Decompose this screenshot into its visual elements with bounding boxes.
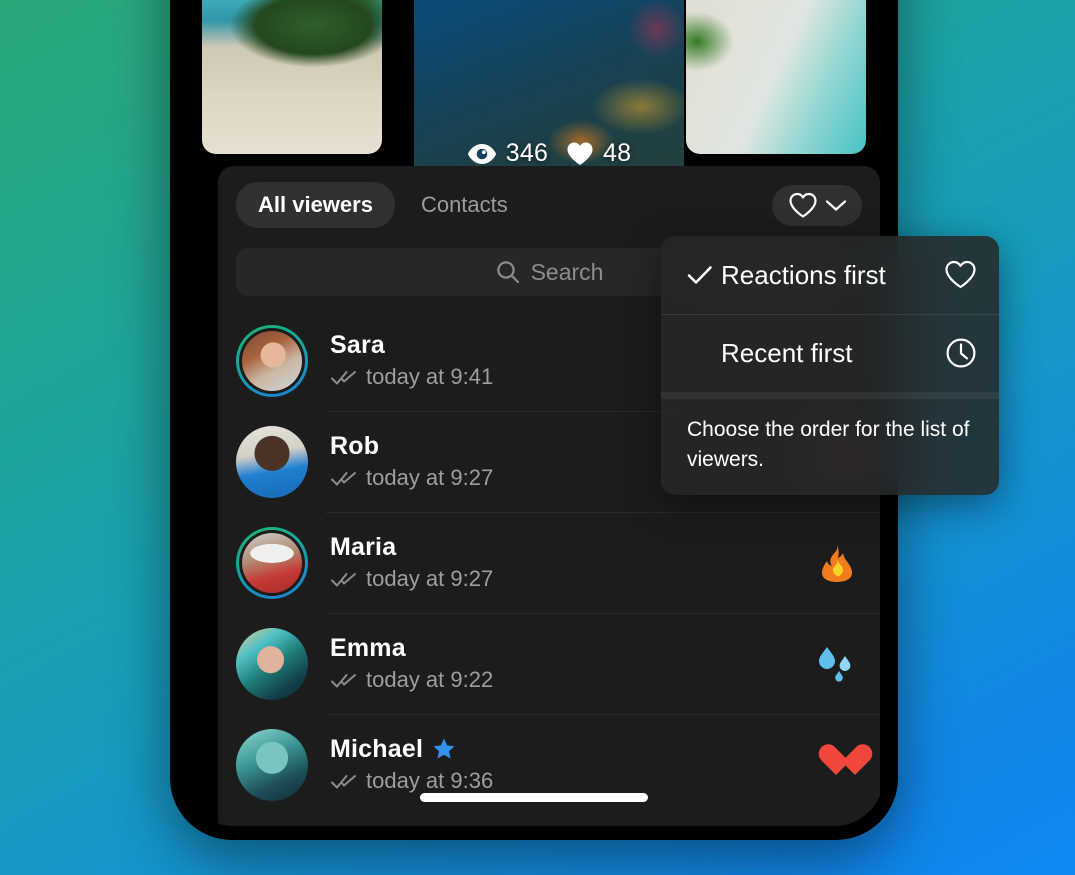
viewer-name: Emma bbox=[330, 634, 406, 662]
list-item[interactable]: Emma today at 9:22 bbox=[218, 613, 880, 714]
viewer-info: Rob today at 9:27 bbox=[330, 432, 493, 491]
menu-item-label: Reactions first bbox=[721, 259, 886, 290]
viewer-name: Maria bbox=[330, 533, 397, 561]
avatar-image bbox=[236, 627, 308, 700]
double-check-icon bbox=[330, 672, 357, 689]
reaction-heart-icon bbox=[818, 745, 854, 784]
list-item[interactable]: Maria today at 9:27 bbox=[218, 512, 880, 613]
viewer-name-line: Sara bbox=[330, 331, 493, 360]
double-check-icon bbox=[330, 571, 357, 588]
viewer-info: Maria today at 9:27 bbox=[330, 533, 493, 592]
viewer-time: today at 9:36 bbox=[366, 768, 494, 793]
viewer-time-line: today at 9:27 bbox=[330, 465, 493, 491]
reaction-droplets-icon bbox=[814, 645, 854, 683]
premium-star-icon bbox=[431, 737, 457, 763]
viewer-time: today at 9:27 bbox=[366, 566, 494, 591]
search-icon bbox=[495, 259, 521, 285]
eye-icon bbox=[467, 143, 497, 165]
avatar-image bbox=[242, 330, 302, 391]
viewer-time-line: today at 9:36 bbox=[330, 768, 493, 794]
view-count-value: 346 bbox=[505, 139, 549, 167]
viewer-name-line: Maria bbox=[330, 533, 493, 562]
beach-photo bbox=[202, 0, 382, 154]
viewer-time-line: today at 9:41 bbox=[330, 364, 493, 390]
viewer-time: today at 9:27 bbox=[366, 465, 494, 490]
avatar-image bbox=[242, 532, 302, 593]
menu-footer: Choose the order for the list of viewers… bbox=[661, 392, 999, 495]
viewer-time: today at 9:22 bbox=[366, 667, 494, 692]
menu-item-label: Recent first bbox=[721, 337, 853, 368]
reaction-count-value: 48 bbox=[603, 139, 632, 167]
avatar-image bbox=[236, 728, 308, 801]
tab-contacts[interactable]: Contacts bbox=[399, 182, 530, 228]
tab-all-viewers[interactable]: All viewers bbox=[236, 182, 395, 228]
viewer-name: Rob bbox=[330, 432, 380, 460]
viewer-name-line: Rob bbox=[330, 432, 493, 461]
avatar[interactable] bbox=[236, 627, 308, 700]
reaction-fire-icon bbox=[820, 543, 854, 583]
viewer-name-line: Emma bbox=[330, 634, 493, 663]
view-count: 346 bbox=[467, 139, 548, 168]
viewer-time: today at 9:41 bbox=[366, 364, 494, 389]
avatar-image bbox=[236, 425, 308, 498]
thumbnail-reef[interactable]: 346 48 bbox=[414, 0, 684, 184]
story-thumbnail-strip: 346 48 bbox=[184, 0, 884, 184]
sort-order-menu: Reactions first Recent first Choose the … bbox=[661, 236, 999, 495]
heart-outline-icon bbox=[944, 260, 977, 290]
viewer-name: Michael bbox=[330, 735, 424, 763]
thumbnail-aerial[interactable] bbox=[686, 0, 866, 154]
tab-bar: All viewers Contacts bbox=[218, 182, 880, 228]
avatar[interactable] bbox=[236, 526, 308, 599]
home-indicator[interactable] bbox=[420, 793, 648, 802]
viewer-info: Sara today at 9:41 bbox=[330, 331, 493, 390]
thumbnail-beach[interactable] bbox=[202, 0, 382, 154]
avatar[interactable] bbox=[236, 728, 308, 801]
search-placeholder: Search bbox=[530, 258, 604, 285]
avatar[interactable] bbox=[236, 425, 308, 498]
clock-icon bbox=[945, 337, 977, 369]
heart-filled-icon bbox=[566, 141, 594, 166]
story-stats: 346 48 bbox=[414, 139, 684, 168]
heart-outline-icon bbox=[788, 192, 818, 219]
chevron-down-icon bbox=[824, 197, 848, 213]
viewer-name-line: Michael bbox=[330, 735, 493, 764]
viewer-info: Michael today at 9:36 bbox=[330, 735, 493, 794]
reaction-count: 48 bbox=[566, 139, 631, 168]
menu-footer-text: Choose the order for the list of viewers… bbox=[687, 418, 970, 471]
menu-item-reactions-first[interactable]: Reactions first bbox=[661, 236, 999, 314]
menu-item-recent-first[interactable]: Recent first bbox=[661, 314, 999, 392]
viewer-info: Emma today at 9:22 bbox=[330, 634, 493, 693]
viewer-time-line: today at 9:27 bbox=[330, 566, 493, 592]
viewer-name: Sara bbox=[330, 331, 386, 359]
check-icon bbox=[687, 265, 721, 285]
double-check-icon bbox=[330, 369, 357, 386]
double-check-icon bbox=[330, 470, 357, 487]
avatar[interactable] bbox=[236, 324, 308, 397]
viewer-time-line: today at 9:22 bbox=[330, 667, 493, 693]
sort-order-button[interactable] bbox=[772, 184, 862, 226]
aerial-photo bbox=[686, 0, 866, 154]
double-check-icon bbox=[330, 773, 357, 790]
